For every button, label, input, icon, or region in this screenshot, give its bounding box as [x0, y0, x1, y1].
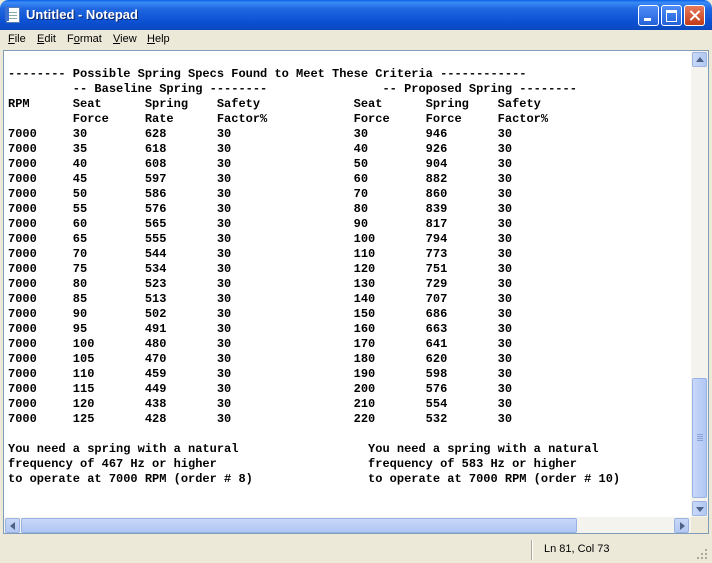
menu-edit[interactable]: Edit [37, 33, 56, 45]
table-row: 7000 35 618 30 40 926 30 [8, 142, 513, 156]
table-row: 7000 75 534 30 120 751 30 [8, 262, 513, 276]
header-line: -- Baseline Spring -------- -- Proposed … [8, 82, 577, 96]
menu-help-accelerator: H [147, 33, 155, 45]
notepad-window: Untitled - Notepad File Edit Format View… [0, 0, 712, 563]
menu-help-label: elp [154, 33, 170, 45]
table-row: 7000 105 470 30 180 620 30 [8, 352, 513, 366]
table-row: 7000 120 438 30 210 554 30 [8, 397, 513, 411]
table-row: 7000 95 491 30 160 663 30 [8, 322, 513, 336]
table-row: 7000 70 544 30 110 773 30 [8, 247, 513, 261]
scroll-down-icon[interactable] [692, 501, 707, 516]
horizontal-scrollbar[interactable] [4, 517, 691, 533]
window-title: Untitled - Notepad [26, 7, 138, 22]
table-row: 7000 85 513 30 140 707 30 [8, 292, 513, 306]
table-row: 7000 45 597 30 60 882 30 [8, 172, 513, 186]
vertical-scroll-thumb[interactable] [692, 378, 707, 498]
status-divider [531, 540, 533, 560]
menu-view[interactable]: View [113, 33, 137, 45]
minimize-button[interactable] [638, 5, 659, 26]
document-text[interactable]: -------- Possible Spring Specs Found to … [8, 67, 688, 513]
vertical-scrollbar[interactable] [691, 51, 708, 517]
table-row: 7000 55 576 30 80 839 30 [8, 202, 513, 216]
header-line: -------- Possible Spring Specs Found to … [8, 67, 527, 81]
menu-view-label: iew [120, 33, 137, 45]
table-row: 7000 100 480 30 170 641 30 [8, 337, 513, 351]
menu-edit-label: dit [44, 33, 56, 45]
menu-file-label: ile [14, 33, 26, 45]
title-bar[interactable]: Untitled - Notepad [0, 0, 712, 30]
table-row: 7000 65 555 30 100 794 30 [8, 232, 513, 246]
footer-line: frequency of 467 Hz or higher frequency … [8, 457, 577, 471]
footer-line [8, 427, 688, 442]
menu-format-label: rmat [79, 33, 102, 45]
maximize-button[interactable] [661, 5, 682, 26]
table-row: 7000 80 523 30 130 729 30 [8, 277, 513, 291]
status-bar: Ln 81, Col 73 [0, 537, 712, 563]
table-row: 7000 115 449 30 200 576 30 [8, 382, 513, 396]
table-row: 7000 30 628 30 30 946 30 [8, 127, 513, 141]
menu-format[interactable]: Format [67, 33, 102, 45]
cursor-position: Ln 81, Col 73 [544, 543, 610, 555]
menu-help[interactable]: Help [147, 33, 170, 45]
scroll-right-icon[interactable] [674, 518, 689, 533]
menu-bar: File Edit Format View Help [0, 30, 712, 50]
close-button[interactable] [684, 5, 705, 26]
header-line: Force Rate Factor% Force Force Factor% [8, 112, 549, 126]
horizontal-scroll-thumb[interactable] [21, 518, 577, 533]
footer-line: You need a spring with a natural You nee… [8, 442, 599, 456]
resize-grip-icon[interactable] [697, 549, 709, 561]
text-editor[interactable]: -------- Possible Spring Specs Found to … [3, 50, 709, 534]
menu-file[interactable]: File [8, 33, 26, 45]
menu-format-prefix: F [67, 33, 74, 45]
table-row: 7000 60 565 30 90 817 30 [8, 217, 513, 231]
footer-line: to operate at 7000 RPM (order # 8) to op… [8, 472, 621, 486]
header-line: RPM Seat Spring Safety Seat Spring Safet… [8, 97, 541, 111]
table-row: 7000 90 502 30 150 686 30 [8, 307, 513, 321]
scrollbar-corner [691, 517, 708, 533]
table-row: 7000 50 586 30 70 860 30 [8, 187, 513, 201]
notepad-app-icon[interactable] [5, 7, 20, 23]
table-row: 7000 40 608 30 50 904 30 [8, 157, 513, 171]
scroll-up-icon[interactable] [692, 52, 707, 67]
menu-file-accelerator: F [8, 33, 15, 45]
table-row: 7000 125 428 30 220 532 30 [8, 412, 513, 426]
scroll-left-icon[interactable] [5, 518, 20, 533]
table-row: 7000 110 459 30 190 598 30 [8, 367, 513, 381]
